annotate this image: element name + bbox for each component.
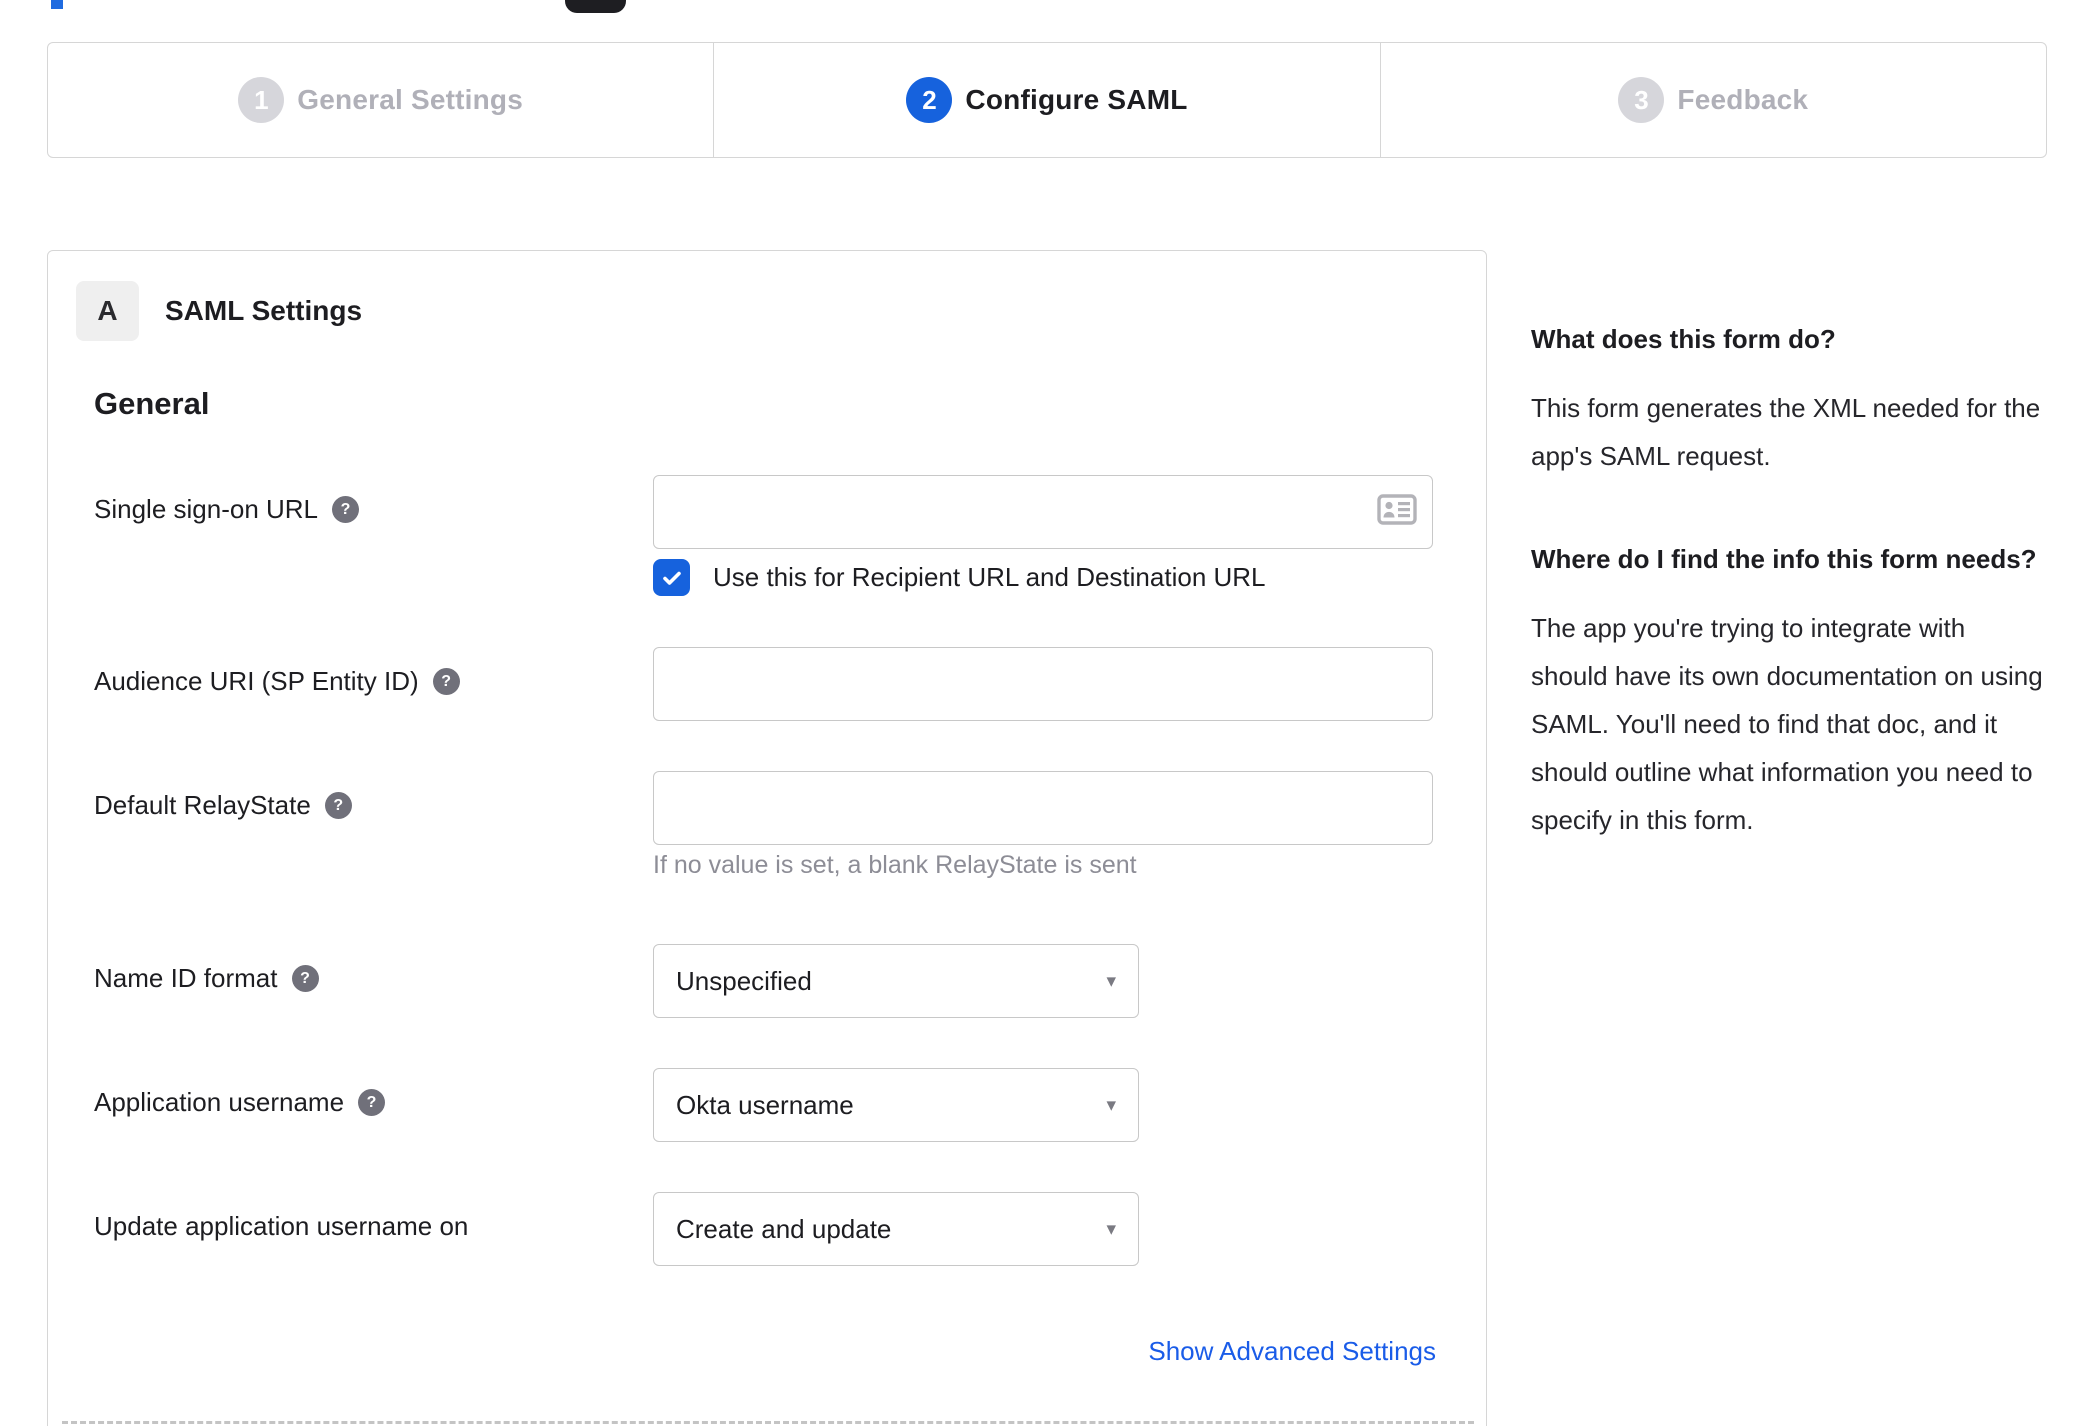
section-badge: A bbox=[76, 281, 139, 341]
help-icon[interactable]: ? bbox=[358, 1089, 386, 1116]
select-value: Unspecified bbox=[676, 965, 812, 996]
configure-saml-page: 1 General Settings 2 Configure SAML 3 Fe… bbox=[0, 0, 2092, 1426]
sidebar-heading-what: What does this form do? bbox=[1531, 324, 1836, 354]
show-advanced-settings-link[interactable]: Show Advanced Settings bbox=[1148, 1336, 1436, 1367]
label-text: Single sign-on URL bbox=[94, 494, 319, 524]
sidebar-body-what: This form generates the XML needed for t… bbox=[1531, 393, 2041, 471]
chevron-down-icon: ▾ bbox=[1106, 970, 1116, 992]
sso-url-input-wrap bbox=[653, 475, 1433, 549]
update-app-username-select[interactable]: Create and update ▾ bbox=[653, 1192, 1139, 1266]
saml-settings-card: A SAML Settings General Single sign-on U… bbox=[47, 250, 1487, 1426]
step-feedback[interactable]: 3 Feedback bbox=[1379, 43, 2046, 157]
label-text: Default RelayState bbox=[94, 790, 311, 820]
sso-url-input[interactable] bbox=[653, 475, 1433, 549]
chevron-down-icon: ▾ bbox=[1106, 1218, 1116, 1240]
audience-uri-input[interactable] bbox=[653, 647, 1433, 721]
sidebar-body-where: The app you're trying to integrate with … bbox=[1531, 613, 2043, 835]
help-sidebar: What does this form do? This form genera… bbox=[1531, 320, 2043, 844]
dashed-divider bbox=[62, 1421, 1474, 1424]
default-relaystate-input[interactable] bbox=[653, 771, 1433, 845]
cutoff-dark-icon bbox=[565, 0, 626, 13]
help-icon[interactable]: ? bbox=[332, 496, 360, 523]
recipient-url-checkbox[interactable] bbox=[653, 559, 690, 596]
application-username-label: Application username ? bbox=[94, 1087, 386, 1118]
label-text: Application username bbox=[94, 1087, 345, 1117]
step-label: Configure SAML bbox=[965, 84, 1188, 115]
sso-url-label: Single sign-on URL ? bbox=[94, 494, 360, 525]
label-text: Name ID format bbox=[94, 963, 278, 993]
update-app-username-label: Update application username on bbox=[94, 1211, 468, 1242]
group-title: General bbox=[94, 386, 210, 421]
select-value: Create and update bbox=[676, 1213, 892, 1244]
recipient-url-checkbox-row: Use this for Recipient URL and Destinati… bbox=[653, 559, 1266, 596]
step-number-badge: 1 bbox=[238, 77, 285, 123]
step-general-settings[interactable]: 1 General Settings bbox=[48, 43, 713, 157]
select-value: Okta username bbox=[676, 1089, 854, 1120]
contact-card-icon[interactable] bbox=[1377, 494, 1417, 530]
name-id-format-select[interactable]: Unspecified ▾ bbox=[653, 944, 1139, 1018]
recipient-url-checkbox-label: Use this for Recipient URL and Destinati… bbox=[713, 562, 1266, 592]
step-number-badge: 3 bbox=[1618, 77, 1665, 123]
step-configure-saml[interactable]: 2 Configure SAML bbox=[713, 43, 1379, 157]
section-title: SAML Settings bbox=[165, 295, 363, 326]
label-text: Audience URI (SP Entity ID) bbox=[94, 666, 419, 696]
label-text: Update application username on bbox=[94, 1211, 469, 1241]
step-label: Feedback bbox=[1677, 84, 1809, 115]
step-label: General Settings bbox=[297, 84, 524, 115]
sidebar-heading-where: Where do I find the info this form needs… bbox=[1531, 544, 2037, 574]
default-relaystate-label: Default RelayState ? bbox=[94, 790, 352, 821]
cutoff-blue-icon bbox=[51, 0, 63, 9]
wizard-stepper: 1 General Settings 2 Configure SAML 3 Fe… bbox=[47, 42, 2047, 158]
audience-uri-label: Audience URI (SP Entity ID) ? bbox=[94, 666, 460, 697]
chevron-down-icon: ▾ bbox=[1106, 1094, 1116, 1116]
relaystate-hint: If no value is set, a blank RelayState i… bbox=[653, 851, 1137, 879]
step-number-badge: 2 bbox=[906, 77, 953, 123]
check-icon bbox=[662, 571, 681, 585]
help-icon[interactable]: ? bbox=[291, 965, 319, 992]
help-icon[interactable]: ? bbox=[324, 792, 352, 819]
application-username-select[interactable]: Okta username ▾ bbox=[653, 1068, 1139, 1142]
help-icon[interactable]: ? bbox=[432, 668, 460, 695]
name-id-format-label: Name ID format ? bbox=[94, 963, 319, 994]
